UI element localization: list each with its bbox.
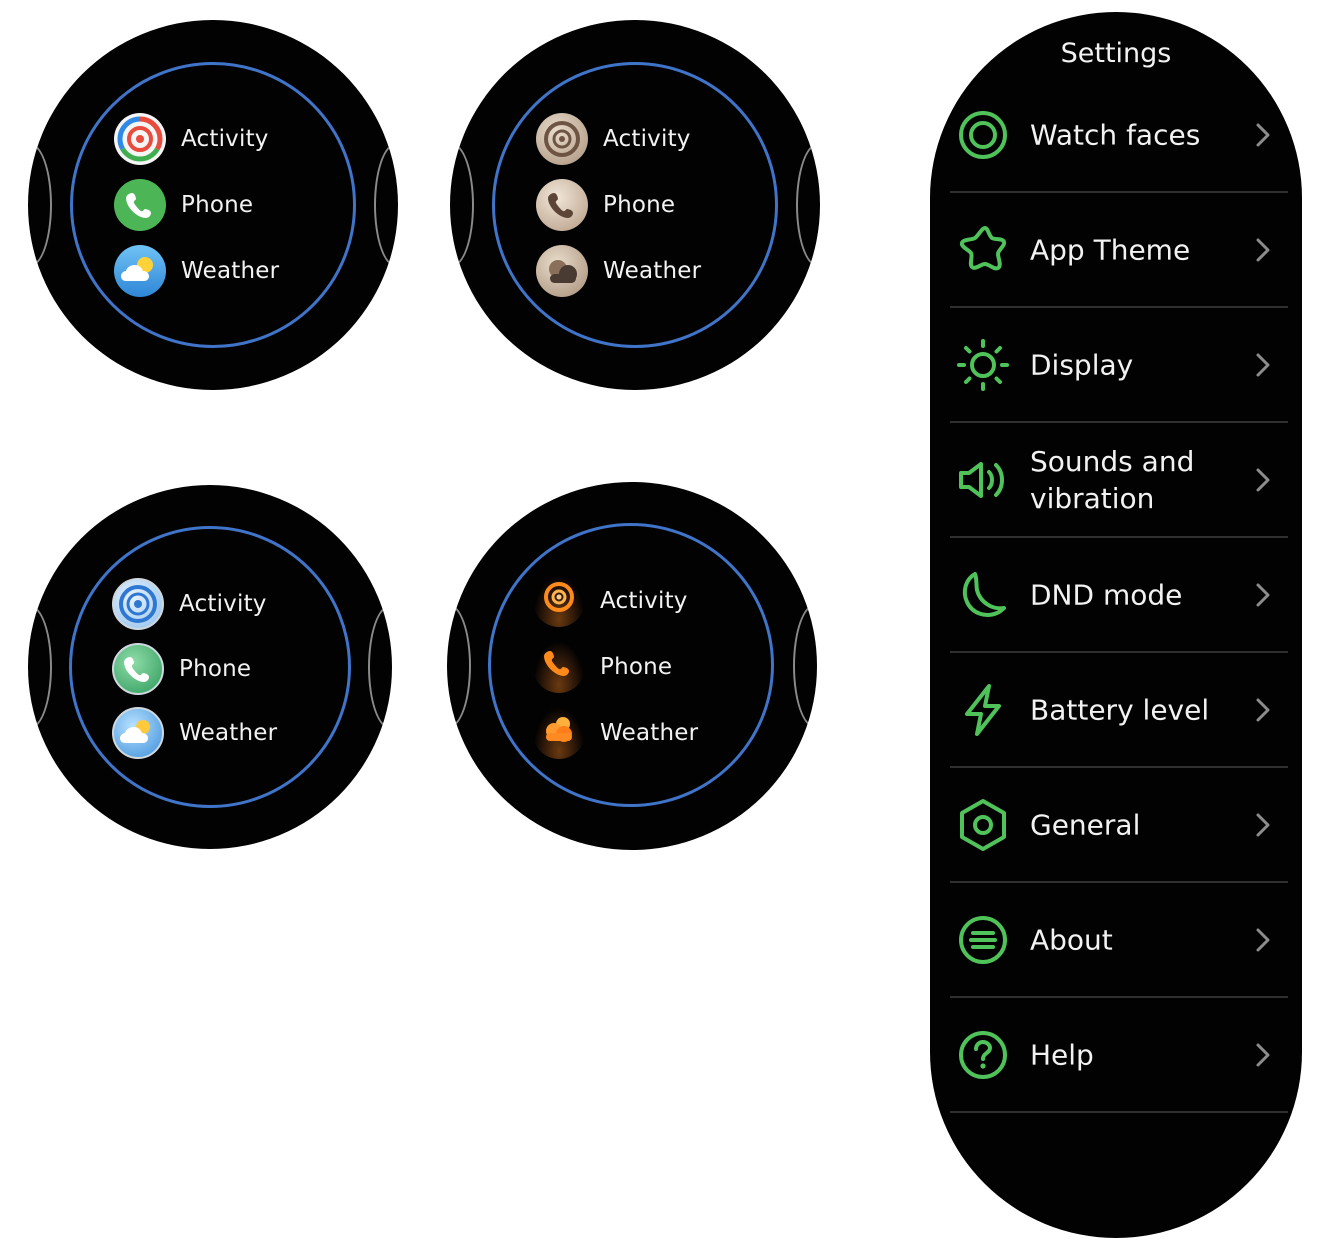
app-row-activity[interactable]: Activity: [114, 112, 269, 166]
phone-icon: [114, 179, 166, 231]
app-label-weather: Weather: [603, 258, 702, 284]
side-arc-right: [793, 604, 817, 728]
app-row-weather[interactable]: Weather: [533, 706, 698, 760]
activity-icon: [536, 113, 588, 165]
app-row-activity[interactable]: Activity: [536, 112, 691, 166]
side-arc-right: [374, 143, 398, 267]
settings-item-label: About: [1030, 923, 1113, 956]
app-row-phone[interactable]: Phone: [533, 640, 672, 694]
side-arc-right: [796, 143, 820, 267]
app-label-phone: Phone: [181, 192, 254, 218]
app-label-phone: Phone: [600, 654, 673, 680]
settings-item-display[interactable]: Display: [950, 308, 1288, 423]
moon-icon: [962, 571, 1006, 617]
chevron-right-icon: [1256, 583, 1270, 606]
watch-preview-colorful: Activity Phone Weather: [28, 20, 398, 390]
chevron-right-icon: [1256, 813, 1270, 836]
settings-item-label: Help: [1030, 1038, 1094, 1071]
settings-item-label: Sounds and vibration: [1030, 444, 1195, 515]
app-label-weather: Weather: [600, 720, 699, 746]
speaker-icon: [959, 461, 1004, 498]
settings-item-label: General: [1030, 808, 1141, 841]
side-arc-left: [450, 143, 474, 267]
phone-icon: [533, 641, 585, 693]
settings-item-general[interactable]: General: [950, 768, 1288, 883]
settings-item-help[interactable]: Help: [950, 998, 1288, 1113]
app-row-phone[interactable]: Phone: [536, 178, 675, 232]
settings-item-label: Watch faces: [1030, 118, 1201, 151]
settings-item-label: App Theme: [1030, 233, 1191, 266]
weather-icon: [536, 245, 588, 297]
about-icon: [959, 915, 1007, 964]
app-row-weather[interactable]: Weather: [536, 244, 701, 298]
settings-item-about[interactable]: About: [950, 883, 1288, 998]
chevron-right-icon: [1256, 123, 1270, 146]
app-row-weather[interactable]: Weather: [112, 706, 277, 760]
settings-item-app-theme[interactable]: App Theme: [950, 193, 1288, 308]
star-theme-icon: [959, 225, 1007, 270]
watch-preview-orange-glow: Activity Phone Weather: [447, 482, 817, 850]
watch-preview-sepia: Activity Phone Weather: [450, 20, 820, 390]
weather-icon: [533, 707, 585, 759]
settings-item-label: Display: [1030, 348, 1134, 381]
settings-item-sounds-vibration[interactable]: Sounds and vibration: [950, 423, 1288, 538]
app-label-activity: Activity: [603, 126, 691, 152]
side-arc-left: [28, 143, 52, 267]
settings-item-dnd-mode[interactable]: DND mode: [950, 538, 1288, 653]
app-row-phone[interactable]: Phone: [114, 178, 253, 232]
settings-title: Settings: [1060, 38, 1172, 69]
weather-icon: [114, 245, 166, 297]
app-row-weather[interactable]: Weather: [114, 244, 279, 298]
app-row-phone[interactable]: Phone: [112, 642, 251, 696]
side-arc-left: [28, 605, 52, 729]
activity-icon: [112, 578, 164, 630]
chevron-right-icon: [1256, 353, 1270, 376]
app-label-phone: Phone: [179, 656, 252, 682]
settings-item-label: DND mode: [1030, 578, 1183, 611]
activity-icon: [533, 575, 585, 627]
help-icon: [959, 1030, 1007, 1079]
app-label-phone: Phone: [603, 192, 676, 218]
app-label-weather: Weather: [179, 720, 278, 746]
hexagon-gear-icon: [960, 798, 1006, 851]
chevron-right-icon: [1256, 468, 1270, 491]
phone-icon: [536, 179, 588, 231]
sun-icon: [957, 338, 1009, 391]
activity-icon: [114, 113, 166, 165]
app-label-activity: Activity: [179, 591, 267, 617]
app-label-activity: Activity: [600, 588, 688, 614]
watch-face-icon: [959, 110, 1007, 159]
lightning-icon: [965, 683, 1001, 736]
side-arc-right: [368, 605, 392, 729]
weather-icon: [112, 707, 164, 759]
watch-preview-glass-blue: Activity Phone Weather: [28, 485, 392, 849]
chevron-right-icon: [1256, 1043, 1270, 1066]
settings-screen: Settings Watch faces App Theme Display S…: [930, 12, 1302, 1238]
settings-item-label: Battery level: [1030, 693, 1210, 726]
side-arc-left: [447, 604, 471, 728]
chevron-right-icon: [1256, 238, 1270, 261]
app-label-activity: Activity: [181, 126, 269, 152]
chevron-right-icon: [1256, 698, 1270, 721]
app-label-weather: Weather: [181, 258, 280, 284]
app-row-activity[interactable]: Activity: [112, 577, 267, 631]
app-row-activity[interactable]: Activity: [533, 574, 688, 628]
chevron-right-icon: [1256, 928, 1270, 951]
phone-icon: [112, 643, 164, 695]
settings-item-battery-level[interactable]: Battery level: [950, 653, 1288, 768]
settings-item-watch-faces[interactable]: Watch faces: [950, 78, 1288, 193]
